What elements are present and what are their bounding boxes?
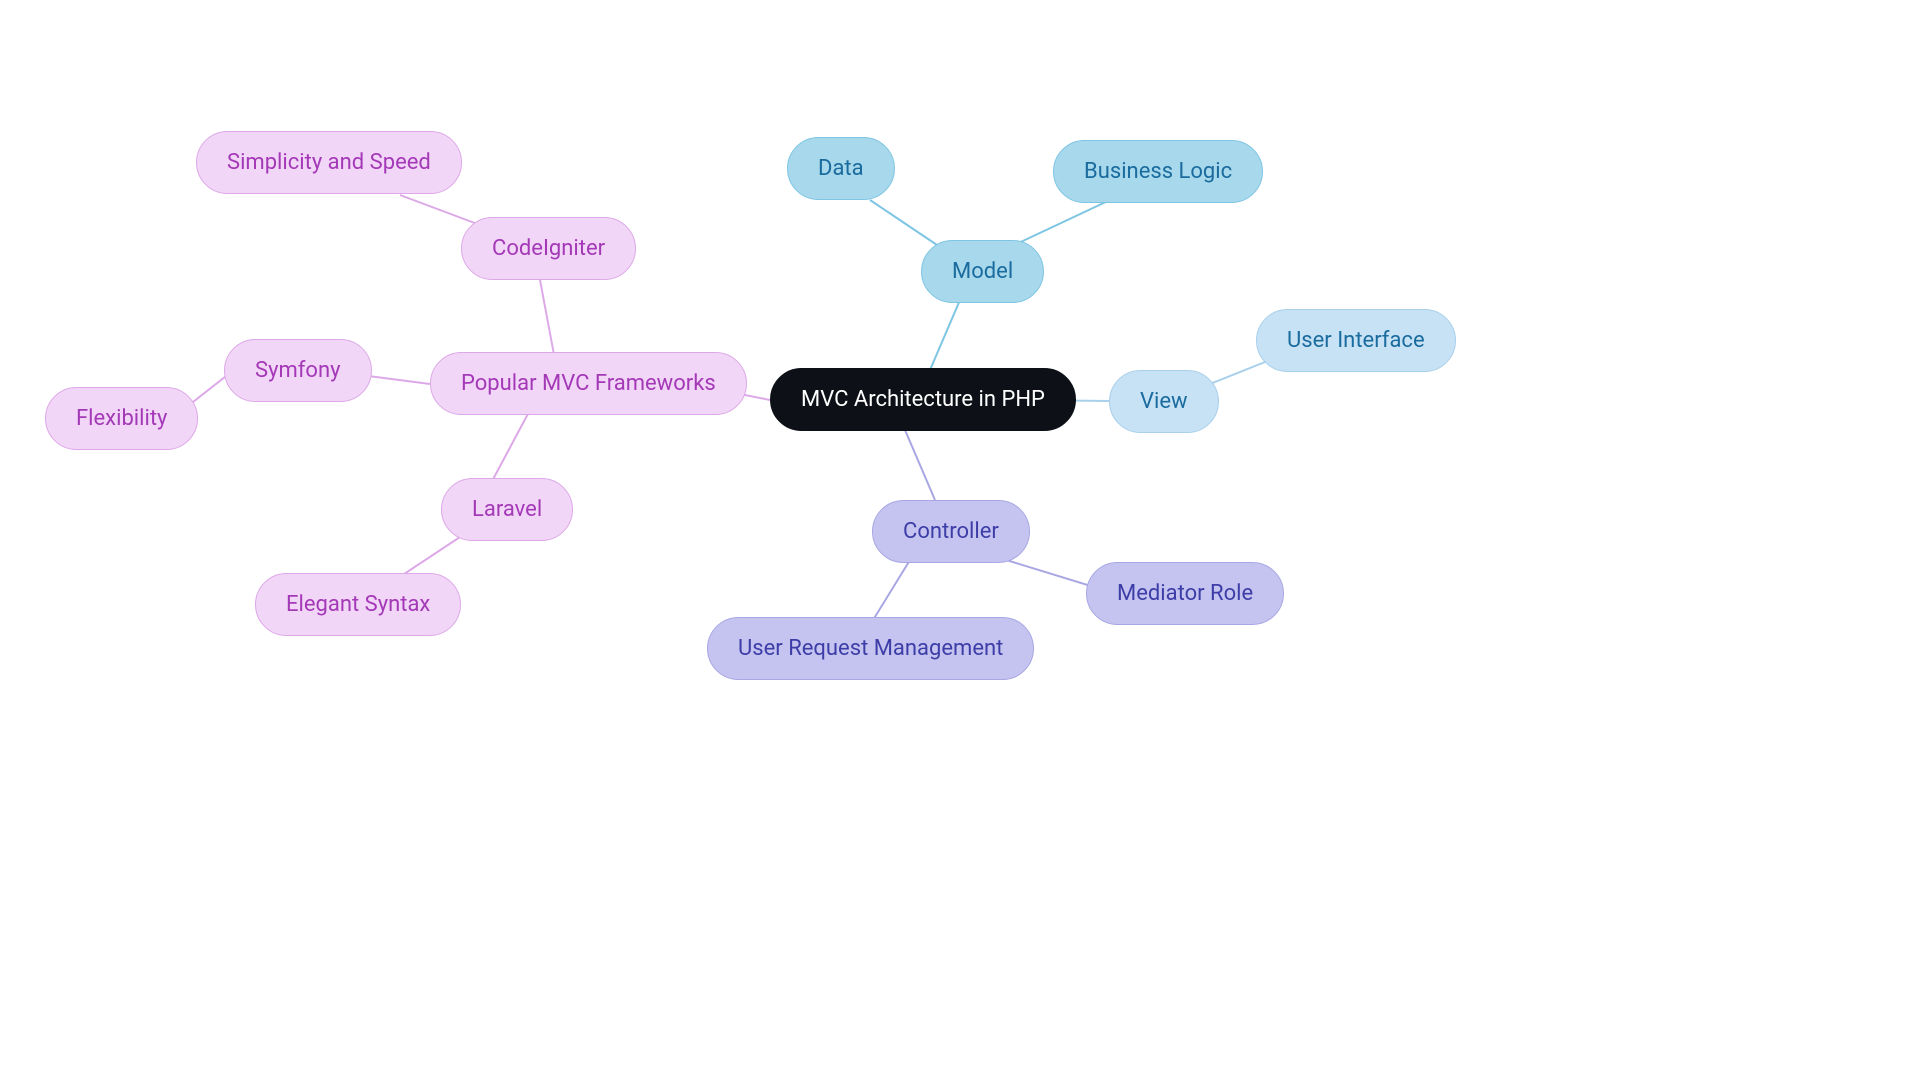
controller-node[interactable]: Controller <box>872 500 1030 563</box>
laravel-label: Laravel <box>472 497 542 522</box>
user-interface-label: User Interface <box>1287 328 1425 353</box>
codeigniter-node[interactable]: CodeIgniter <box>461 217 636 280</box>
codeigniter-label: CodeIgniter <box>492 236 605 261</box>
data-label: Data <box>818 156 864 181</box>
symfony-label: Symfony <box>255 358 341 383</box>
flexibility-node[interactable]: Flexibility <box>45 387 198 450</box>
controller-label: Controller <box>903 519 999 544</box>
mediator-label: Mediator Role <box>1117 581 1253 606</box>
center-label: MVC Architecture in PHP <box>801 387 1045 412</box>
frameworks-label: Popular MVC Frameworks <box>461 371 716 396</box>
business-logic-node[interactable]: Business Logic <box>1053 140 1263 203</box>
model-label: Model <box>952 259 1013 284</box>
symfony-node[interactable]: Symfony <box>224 339 372 402</box>
frameworks-node[interactable]: Popular MVC Frameworks <box>430 352 747 415</box>
elegant-syntax-node[interactable]: Elegant Syntax <box>255 573 461 636</box>
simplicity-node[interactable]: Simplicity and Speed <box>196 131 462 194</box>
view-node[interactable]: View <box>1109 370 1219 433</box>
model-node[interactable]: Model <box>921 240 1044 303</box>
center-node[interactable]: MVC Architecture in PHP <box>770 368 1076 431</box>
elegant-syntax-label: Elegant Syntax <box>286 592 430 617</box>
user-request-label: User Request Management <box>738 636 1003 661</box>
data-node[interactable]: Data <box>787 137 895 200</box>
mediator-node[interactable]: Mediator Role <box>1086 562 1284 625</box>
laravel-node[interactable]: Laravel <box>441 478 573 541</box>
business-logic-label: Business Logic <box>1084 159 1232 184</box>
flexibility-label: Flexibility <box>76 406 167 431</box>
user-request-node[interactable]: User Request Management <box>707 617 1034 680</box>
view-label: View <box>1140 389 1188 414</box>
simplicity-label: Simplicity and Speed <box>227 150 431 175</box>
user-interface-node[interactable]: User Interface <box>1256 309 1456 372</box>
